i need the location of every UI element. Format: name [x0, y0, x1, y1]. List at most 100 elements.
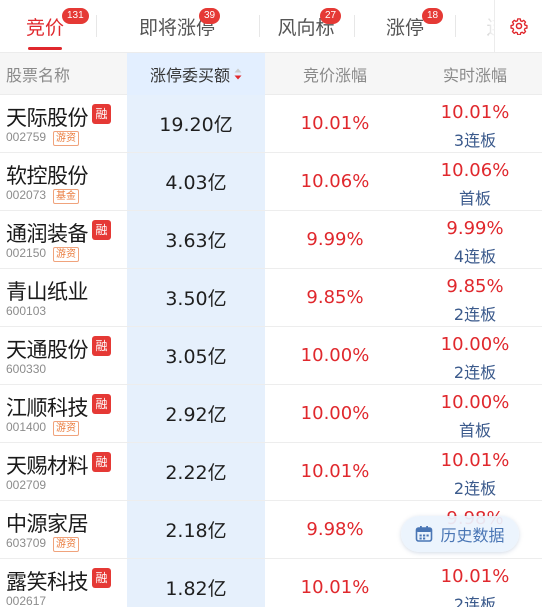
- bid-change: 9.98%: [306, 519, 364, 540]
- active-tab-indicator: [28, 47, 62, 50]
- consecutive-board: 2连板: [453, 479, 497, 498]
- limit-up-bid-amount: 19.20亿: [127, 95, 265, 152]
- table-row[interactable]: 天赐材料 融 002709 2.22亿 10.01% 10.01% 2连板: [0, 443, 542, 501]
- table-row[interactable]: 青山纸业 600103 3.50亿 9.85% 9.85% 2连板: [0, 269, 542, 327]
- stock-name: 天际股份: [6, 106, 89, 130]
- calendar-icon: [416, 526, 433, 542]
- settings-button[interactable]: [494, 0, 542, 52]
- investor-type-tag: 游资: [53, 537, 79, 552]
- tab-badge: 39: [199, 8, 221, 24]
- realtime-change: 10.00%: [440, 334, 510, 355]
- stock-name: 天赐材料: [6, 454, 89, 478]
- consecutive-board: 2连板: [453, 595, 497, 607]
- realtime-change-cell: 9.85% 2连板: [405, 269, 542, 326]
- realtime-change: 10.01%: [440, 566, 510, 587]
- stock-name-cell: 青山纸业 600103: [0, 269, 127, 326]
- gear-icon: [509, 18, 528, 35]
- realtime-change-cell: 10.01% 3连板: [405, 95, 542, 152]
- limit-up-bid-amount: 1.82亿: [127, 559, 265, 607]
- stock-name: 通润装备: [6, 222, 89, 246]
- stock-code: 002759: [6, 130, 47, 144]
- investor-type-tag: 基金: [53, 189, 79, 204]
- history-data-label: 历史数据: [440, 526, 505, 545]
- stock-name: 青山纸业: [6, 280, 89, 304]
- table-row[interactable]: 露笑科技 融 002617 1.82亿 10.01% 10.01% 2连板: [0, 559, 542, 607]
- column-header-bid-change[interactable]: 竞价涨幅: [265, 53, 405, 95]
- tab-bidding[interactable]: 竞价 131: [0, 0, 90, 52]
- column-header-label: 竞价涨幅: [302, 66, 367, 85]
- column-header-amount[interactable]: 涨停委买额: [127, 53, 265, 95]
- tab-badge: 131: [62, 8, 89, 24]
- stock-name: 露笑科技: [6, 570, 89, 594]
- stock-name-cell: 通润装备 融 002150 游资: [0, 211, 127, 268]
- tab-about-to-limit-up[interactable]: 即将涨停 39: [103, 0, 251, 52]
- stock-code: 002617: [6, 594, 47, 607]
- bid-change: 9.99%: [306, 229, 364, 250]
- investor-type-tag: 游资: [53, 247, 79, 262]
- stock-name-cell: 软控股份 002073 基金: [0, 153, 127, 210]
- stock-name-cell: 天赐材料 融 002709: [0, 443, 127, 500]
- stock-name-cell: 天通股份 融 600330: [0, 327, 127, 384]
- history-data-button[interactable]: 历史数据: [401, 516, 519, 552]
- bid-change: 10.01%: [300, 577, 370, 598]
- realtime-change-cell: 10.00% 首板: [405, 385, 542, 442]
- tab-badge: 27: [320, 8, 342, 24]
- column-header-realtime-change[interactable]: 实时涨幅: [405, 53, 542, 95]
- limit-up-bid-amount: 3.05亿: [127, 327, 265, 384]
- stock-name-cell: 江顺科技 融 001400 游资: [0, 385, 127, 442]
- stock-code: 002073: [6, 188, 47, 202]
- tab-divider: [354, 15, 355, 37]
- bid-change: 10.01%: [300, 461, 370, 482]
- realtime-change: 10.06%: [440, 160, 510, 181]
- column-header-label: 股票名称: [6, 66, 71, 85]
- realtime-change: 9.99%: [446, 218, 504, 239]
- limit-up-bid-amount: 2.92亿: [127, 385, 265, 442]
- table-row[interactable]: 江顺科技 融 001400 游资 2.92亿 10.00% 10.00% 首板: [0, 385, 542, 443]
- tab-divider: [96, 15, 97, 37]
- realtime-change-cell: 10.01% 2连板: [405, 443, 542, 500]
- stock-code: 600330: [6, 362, 47, 376]
- table-row[interactable]: 通润装备 融 002150 游资 3.63亿 9.99% 9.99% 4连板: [0, 211, 542, 269]
- bid-change: 10.01%: [300, 113, 370, 134]
- consecutive-board: 首板: [458, 421, 491, 440]
- bid-change: 10.00%: [300, 403, 370, 424]
- column-header-name[interactable]: 股票名称: [6, 53, 127, 95]
- tab-limit-up[interactable]: 涨停 18: [370, 0, 444, 52]
- stock-code: 002709: [6, 478, 47, 492]
- column-header-label: 实时涨幅: [442, 66, 507, 85]
- table-row[interactable]: 天通股份 融 600330 3.05亿 10.00% 10.00% 2连板: [0, 327, 542, 385]
- realtime-change: 10.00%: [440, 392, 510, 413]
- limit-up-bid-amount: 2.22亿: [127, 443, 265, 500]
- stock-name-cell: 露笑科技 融 002617: [0, 559, 127, 607]
- limit-up-bid-amount: 3.63亿: [127, 211, 265, 268]
- table-row[interactable]: 天际股份 融 002759 游资 19.20亿 10.01% 10.01% 3连…: [0, 95, 542, 153]
- sort-descending-icon: [234, 68, 242, 80]
- consecutive-board: 首板: [458, 189, 491, 208]
- stock-code: 600103: [6, 304, 47, 318]
- margin-trading-badge: 融: [92, 220, 111, 240]
- tab-bar: 竞价 131 即将涨停 39 风向标 27 涨停 18 连: [0, 0, 542, 52]
- table-row[interactable]: 软控股份 002073 基金 4.03亿 10.06% 10.06% 首板: [0, 153, 542, 211]
- margin-trading-badge: 融: [92, 394, 111, 414]
- bid-change: 10.06%: [300, 171, 370, 192]
- margin-trading-badge: 融: [92, 336, 111, 356]
- realtime-change-cell: 9.99% 4连板: [405, 211, 542, 268]
- limit-up-bid-amount: 4.03亿: [127, 153, 265, 210]
- stock-name: 江顺科技: [6, 396, 89, 420]
- realtime-change-cell: 10.06% 首板: [405, 153, 542, 210]
- bid-change: 9.85%: [306, 287, 364, 308]
- tab-badge: 18: [422, 8, 444, 24]
- realtime-change-cell: 10.00% 2连板: [405, 327, 542, 384]
- consecutive-board: 3连板: [453, 131, 497, 150]
- stock-name: 天通股份: [6, 338, 89, 362]
- tab-weathervane[interactable]: 风向标 27: [262, 0, 350, 52]
- stock-code: 002150: [6, 246, 47, 260]
- limit-up-bid-amount: 3.50亿: [127, 269, 265, 326]
- investor-type-tag: 游资: [53, 421, 79, 436]
- margin-trading-badge: 融: [92, 104, 111, 124]
- bid-change: 10.00%: [300, 345, 370, 366]
- table-header: 股票名称 涨停委买额 竞价涨幅 实时涨幅: [0, 52, 542, 95]
- consecutive-board: 4连板: [453, 247, 497, 266]
- stock-name: 中源家居: [6, 512, 89, 536]
- tab-label: 竞价: [25, 16, 64, 39]
